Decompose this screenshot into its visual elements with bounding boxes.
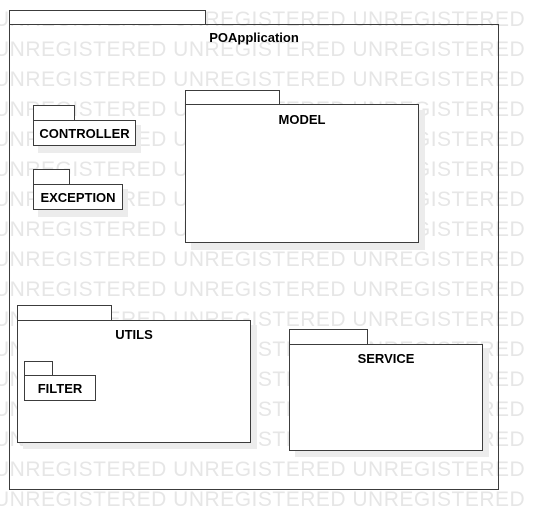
package-label-utils: UTILS <box>115 327 153 342</box>
package-body: SERVICE <box>289 344 483 451</box>
package-tab <box>9 10 206 25</box>
package-body: MODEL <box>185 104 419 243</box>
package-model[interactable]: MODEL <box>185 90 425 250</box>
package-utils[interactable]: UTILS FILTER <box>17 305 257 449</box>
package-label-filter: FILTER <box>37 381 83 396</box>
package-body: CONTROLLER <box>33 120 136 146</box>
package-tab <box>17 305 112 321</box>
package-body: EXCEPTION <box>33 184 123 210</box>
package-tab <box>33 169 70 185</box>
package-tab <box>33 105 75 121</box>
package-label-model: MODEL <box>278 112 326 127</box>
package-label-poapplication: POApplication <box>209 30 299 45</box>
package-label-service: SERVICE <box>357 351 415 366</box>
watermark-text: UNREGISTERED UNREGISTERED UNREGISTERED <box>0 488 526 511</box>
package-tab <box>185 90 280 105</box>
package-filter[interactable]: FILTER <box>24 361 103 407</box>
package-tab <box>289 329 368 345</box>
package-exception[interactable]: EXCEPTION <box>33 169 129 217</box>
package-tab <box>24 361 53 376</box>
package-label-controller: CONTROLLER <box>39 126 130 141</box>
package-controller[interactable]: CONTROLLER <box>33 105 143 153</box>
package-body: FILTER <box>24 375 96 401</box>
package-service[interactable]: SERVICE <box>289 329 489 457</box>
package-label-exception: EXCEPTION <box>40 190 116 205</box>
